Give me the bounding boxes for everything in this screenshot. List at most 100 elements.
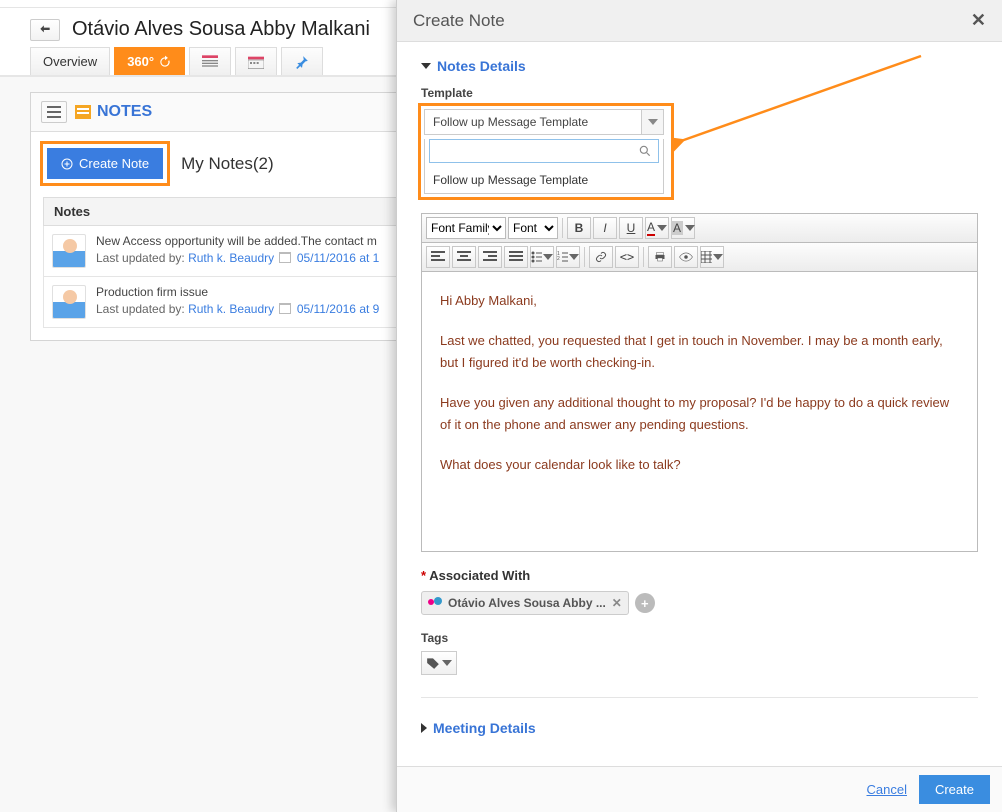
highlight-color-button[interactable]: A: [671, 217, 695, 239]
chevron-right-icon: [421, 723, 427, 733]
chevron-down-icon: [442, 660, 452, 666]
chip-remove-button[interactable]: ✕: [610, 596, 624, 610]
link-button[interactable]: [589, 246, 613, 268]
search-icon: [638, 144, 652, 158]
page-title: Otávio Alves Sousa Abby Malkani: [72, 18, 370, 41]
preview-button[interactable]: [674, 246, 698, 268]
chip-label: Otávio Alves Sousa Abby ...: [448, 596, 606, 610]
note-title: New Access opportunity will be added.The…: [96, 234, 379, 248]
print-button[interactable]: [648, 246, 672, 268]
add-association-button[interactable]: +: [635, 593, 655, 613]
align-left-icon: [431, 251, 445, 263]
tag-icon: [426, 657, 440, 669]
required-star: *: [421, 568, 426, 583]
link-icon: [594, 251, 608, 263]
template-dropdown-highlight: Follow up Message Template Follow up Mes…: [421, 106, 671, 197]
section-notes-details[interactable]: Notes Details: [421, 58, 978, 74]
avatar: [52, 285, 86, 319]
notes-panel-title: NOTES: [97, 103, 152, 121]
italic-button[interactable]: I: [593, 217, 617, 239]
note-date: 05/11/2016 at 9: [297, 302, 380, 316]
section-title: Notes Details: [437, 58, 526, 74]
align-left-button[interactable]: [426, 246, 450, 268]
pin-icon: [295, 55, 309, 69]
align-center-icon: [457, 251, 471, 263]
align-right-button[interactable]: [478, 246, 502, 268]
template-label: Template: [421, 86, 978, 100]
tab-calendar[interactable]: [235, 47, 277, 75]
cancel-button[interactable]: Cancel: [867, 782, 907, 797]
create-note-button[interactable]: Create Note: [47, 148, 163, 179]
body-paragraph: Have you given any additional thought to…: [440, 392, 959, 436]
bullet-list-button[interactable]: [530, 246, 554, 268]
body-paragraph: Hi Abby Malkani,: [440, 290, 959, 312]
annotation-highlight: Create Note: [43, 144, 167, 183]
body-paragraph: What does your calendar look like to tal…: [440, 454, 959, 476]
notes-icon: [75, 105, 91, 119]
updated-by-user[interactable]: Ruth k. Beaudry: [188, 251, 274, 265]
modal-close-button[interactable]: ✕: [971, 10, 986, 31]
note-body-editor[interactable]: Hi Abby Malkani, Last we chatted, you re…: [421, 272, 978, 552]
my-notes-label: My Notes(2): [181, 154, 274, 174]
template-selected-value: Follow up Message Template: [425, 115, 641, 129]
align-justify-button[interactable]: [504, 246, 528, 268]
panel-menu-button[interactable]: [41, 101, 67, 123]
associated-with-label: Associated With: [429, 568, 530, 583]
tab-pin[interactable]: [281, 47, 323, 75]
eye-icon: [679, 252, 693, 262]
avatar: [52, 234, 86, 268]
body-paragraph: Last we chatted, you requested that I ge…: [440, 330, 959, 374]
plus-circle-icon: [61, 158, 73, 170]
note-title: Production firm issue: [96, 285, 379, 299]
list-detail-icon: [202, 55, 218, 69]
section-meeting-details[interactable]: Meeting Details: [421, 720, 978, 736]
tab-overview[interactable]: Overview: [30, 47, 110, 75]
tab-label: Overview: [43, 54, 97, 69]
updated-by-user[interactable]: Ruth k. Beaudry: [188, 302, 274, 316]
chevron-down-icon: [421, 63, 431, 69]
calendar-icon: [279, 252, 291, 263]
align-right-icon: [483, 251, 497, 263]
associated-chip: Otávio Alves Sousa Abby ... ✕: [421, 591, 629, 615]
bold-button[interactable]: B: [567, 217, 591, 239]
tab-label: 360°: [127, 54, 154, 69]
updated-by-label: Last updated by:: [96, 251, 185, 265]
table-icon: [701, 251, 712, 263]
table-button[interactable]: [700, 246, 724, 268]
align-justify-icon: [509, 251, 523, 263]
updated-by-label: Last updated by:: [96, 302, 185, 316]
template-search-input[interactable]: [436, 144, 638, 158]
code-button[interactable]: <>: [615, 246, 639, 268]
add-tag-button[interactable]: [421, 651, 457, 675]
button-label: Create Note: [79, 156, 149, 171]
tab-360[interactable]: 360°: [114, 47, 185, 75]
align-center-button[interactable]: [452, 246, 476, 268]
people-icon: [428, 597, 444, 609]
calendar-icon: [279, 303, 291, 314]
divider: [421, 697, 978, 698]
numbered-list-icon: 12: [557, 251, 568, 263]
template-dropdown-list: Follow up Message Template: [424, 139, 664, 194]
back-button[interactable]: [30, 19, 60, 41]
tab-detail-list[interactable]: [189, 47, 231, 75]
create-button[interactable]: Create: [919, 775, 990, 804]
print-icon: [653, 251, 667, 263]
calendar-icon: [248, 55, 264, 69]
refresh-icon: [158, 55, 172, 69]
tags-label: Tags: [421, 631, 978, 645]
chevron-down-icon: [641, 110, 663, 134]
note-date: 05/11/2016 at 1: [297, 251, 380, 265]
font-size-select[interactable]: Font Si: [508, 217, 558, 239]
back-arrow-icon: [38, 23, 52, 37]
section-title: Meeting Details: [433, 720, 536, 736]
text-color-button[interactable]: A: [645, 217, 669, 239]
numbered-list-button[interactable]: 12: [556, 246, 580, 268]
template-combobox[interactable]: Follow up Message Template: [424, 109, 664, 135]
bullet-list-icon: [531, 251, 542, 263]
font-family-select[interactable]: Font Family: [426, 217, 506, 239]
modal-title: Create Note: [413, 11, 505, 31]
svg-text:2: 2: [557, 256, 560, 262]
underline-button[interactable]: U: [619, 217, 643, 239]
create-note-modal: Create Note ✕ Notes Details Template Fol…: [396, 0, 1002, 812]
template-option[interactable]: Follow up Message Template: [425, 167, 663, 193]
